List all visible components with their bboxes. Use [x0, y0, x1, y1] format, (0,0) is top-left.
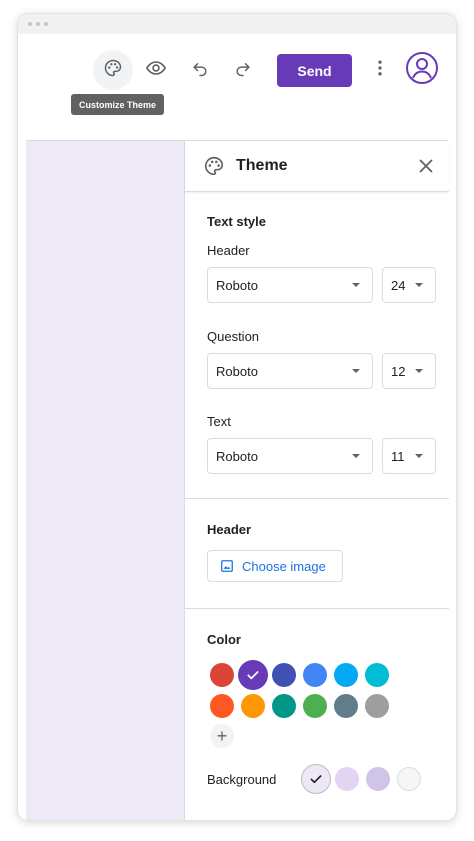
- divider: [185, 498, 449, 499]
- chevron-down-icon: [415, 283, 423, 287]
- image-icon: [220, 559, 234, 573]
- header-font-select[interactable]: Roboto: [207, 267, 373, 303]
- background-color-swatch[interactable]: [397, 767, 421, 791]
- text-size-select[interactable]: 11: [382, 438, 436, 474]
- palette-icon: [203, 155, 225, 182]
- window-controls: [28, 22, 48, 26]
- chevron-down-icon: [352, 283, 360, 287]
- theme-color-swatch[interactable]: [272, 694, 296, 718]
- text-size-value: 11: [391, 448, 405, 464]
- theme-color-swatch[interactable]: [210, 694, 234, 718]
- choose-image-label: Choose image: [242, 558, 326, 574]
- background-label: Background: [207, 772, 277, 787]
- redo-icon: [233, 58, 253, 83]
- close-icon[interactable]: [415, 155, 437, 182]
- choose-image-button[interactable]: Choose image: [207, 550, 343, 582]
- header-size-select[interactable]: 24: [382, 267, 436, 303]
- question-font-label: Question: [207, 329, 260, 344]
- background-color-swatch[interactable]: [301, 764, 331, 794]
- text-style-heading: Text style: [207, 214, 267, 229]
- send-button[interactable]: Send: [277, 54, 352, 87]
- question-font-select[interactable]: Roboto: [207, 353, 373, 389]
- header-font-value: Roboto: [216, 277, 258, 293]
- preview-button[interactable]: [136, 50, 176, 90]
- panel-title: Theme: [236, 157, 288, 174]
- account-button[interactable]: [402, 50, 442, 90]
- more-vert-icon: [370, 58, 390, 83]
- theme-panel-header: Theme: [185, 141, 449, 192]
- account-icon: [405, 51, 439, 90]
- check-icon: [308, 771, 324, 787]
- background-color-swatch[interactable]: [335, 767, 359, 791]
- chevron-down-icon: [352, 454, 360, 458]
- toolbar: Send Customize Theme: [26, 34, 448, 141]
- window-chrome: [18, 14, 456, 34]
- text-font-label: Text: [207, 414, 231, 429]
- theme-color-swatch[interactable]: [334, 694, 358, 718]
- chevron-down-icon: [415, 454, 423, 458]
- theme-color-swatch[interactable]: [272, 663, 296, 687]
- text-font-value: Roboto: [216, 448, 258, 464]
- undo-button[interactable]: [180, 50, 220, 90]
- chevron-down-icon: [415, 369, 423, 373]
- customize-theme-button[interactable]: [93, 50, 133, 90]
- question-size-value: 12: [391, 363, 406, 379]
- divider: [185, 608, 449, 609]
- theme-color-swatch[interactable]: [334, 663, 358, 687]
- undo-icon: [190, 58, 210, 83]
- palette-icon: [103, 58, 123, 83]
- eye-icon: [145, 57, 167, 84]
- customize-theme-tooltip: Customize Theme: [71, 94, 165, 115]
- theme-panel: Theme Text style Header Roboto 24 Questi…: [184, 141, 449, 820]
- header-size-value: 24: [391, 277, 406, 293]
- add-custom-color-button[interactable]: +: [210, 724, 234, 748]
- question-size-select[interactable]: 12: [382, 353, 436, 389]
- theme-color-swatch[interactable]: [303, 663, 327, 687]
- header-font-label: Header: [207, 243, 250, 258]
- text-font-select[interactable]: Roboto: [207, 438, 373, 474]
- plus-icon: +: [216, 725, 228, 746]
- redo-button[interactable]: [223, 50, 263, 90]
- theme-color-swatch[interactable]: [241, 694, 265, 718]
- chevron-down-icon: [352, 369, 360, 373]
- question-font-value: Roboto: [216, 363, 258, 379]
- check-icon: [245, 667, 261, 683]
- more-options-button[interactable]: [360, 50, 400, 90]
- theme-color-swatch[interactable]: [238, 660, 268, 690]
- theme-color-swatch[interactable]: [210, 663, 234, 687]
- form-canvas: [26, 141, 184, 820]
- color-section-heading: Color: [207, 632, 241, 647]
- app-window: Send Customize Theme Theme Text style He…: [18, 14, 456, 820]
- theme-color-swatch[interactable]: [303, 694, 327, 718]
- theme-color-swatch[interactable]: [365, 694, 389, 718]
- theme-color-swatch[interactable]: [365, 663, 389, 687]
- background-color-swatch[interactable]: [366, 767, 390, 791]
- header-section-heading: Header: [207, 522, 252, 537]
